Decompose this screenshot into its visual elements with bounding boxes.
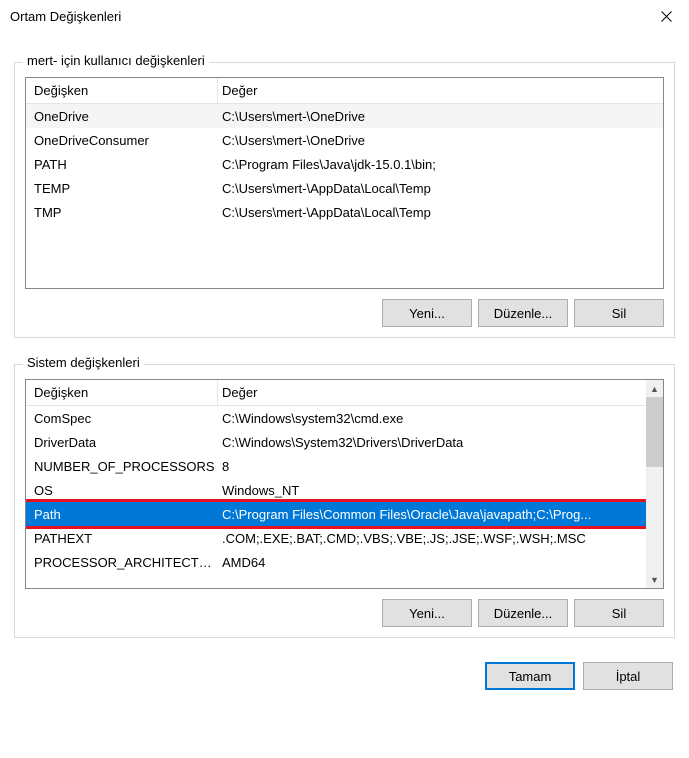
table-row[interactable]: PathC:\Program Files\Common Files\Oracle… [26,502,646,526]
system-buttons: Yeni... Düzenle... Sil [25,599,664,627]
user-delete-button[interactable]: Sil [574,299,664,327]
cell-variable: TEMP [26,181,218,196]
scroll-down-icon[interactable]: ▼ [646,571,663,588]
cell-value: .COM;.EXE;.BAT;.CMD;.VBS;.VBE;.JS;.JSE;.… [218,531,646,546]
cell-value: Windows_NT [218,483,646,498]
table-row[interactable]: TMPC:\Users\mert-\AppData\Local\Temp [26,200,663,224]
titlebar: Ortam Değişkenleri [0,0,689,32]
cell-variable: DriverData [26,435,218,450]
list-header: Değişken Değer [26,78,663,104]
close-button[interactable] [643,0,689,32]
column-header-value[interactable]: Değer [218,385,646,400]
close-icon [661,11,672,22]
cell-value: C:\Program Files\Java\jdk-15.0.1\bin; [218,157,663,172]
cell-value: AMD64 [218,555,646,570]
cancel-button[interactable]: İptal [583,662,673,690]
cell-value: C:\Windows\system32\cmd.exe [218,411,646,426]
table-row[interactable]: TEMPC:\Users\mert-\AppData\Local\Temp [26,176,663,200]
user-buttons: Yeni... Düzenle... Sil [25,299,664,327]
table-row[interactable]: PATHC:\Program Files\Java\jdk-15.0.1\bin… [26,152,663,176]
cell-value: C:\Users\mert-\OneDrive [218,133,663,148]
cell-value: C:\Windows\System32\Drivers\DriverData [218,435,646,450]
cell-variable: ComSpec [26,411,218,426]
table-row[interactable]: PROCESSOR_ARCHITECTU...AMD64 [26,550,646,574]
scroll-track[interactable] [646,467,663,571]
window-title: Ortam Değişkenleri [10,9,121,24]
system-variables-group: Sistem değişkenleri Değişken Değer ComSp… [14,364,675,638]
system-variables-list[interactable]: Değişken Değer ComSpecC:\Windows\system3… [25,379,664,589]
column-header-value[interactable]: Değer [218,83,663,98]
cell-value: C:\Users\mert-\AppData\Local\Temp [218,181,663,196]
scroll-up-icon[interactable]: ▲ [646,380,663,397]
table-row[interactable]: ComSpecC:\Windows\system32\cmd.exe [26,406,646,430]
system-delete-button[interactable]: Sil [574,599,664,627]
cell-variable: NUMBER_OF_PROCESSORS [26,459,218,474]
table-row[interactable]: OneDriveConsumerC:\Users\mert-\OneDrive [26,128,663,152]
column-header-variable[interactable]: Değişken [26,78,218,103]
scrollbar[interactable]: ▲ ▼ [646,380,663,588]
list-header: Değişken Değer [26,380,646,406]
cell-variable: TMP [26,205,218,220]
table-row[interactable]: NUMBER_OF_PROCESSORS8 [26,454,646,478]
cell-value: C:\Users\mert-\OneDrive [218,109,663,124]
user-group-legend: mert- için kullanıcı değişkenleri [23,53,209,68]
dialog-body: mert- için kullanıcı değişkenleri Değişk… [0,32,689,648]
cell-value: C:\Users\mert-\AppData\Local\Temp [218,205,663,220]
system-group-legend: Sistem değişkenleri [23,355,144,370]
table-row[interactable]: OneDriveC:\Users\mert-\OneDrive [26,104,663,128]
table-row[interactable]: DriverDataC:\Windows\System32\Drivers\Dr… [26,430,646,454]
cell-variable: PATHEXT [26,531,218,546]
system-edit-button[interactable]: Düzenle... [478,599,568,627]
system-new-button[interactable]: Yeni... [382,599,472,627]
scroll-thumb[interactable] [646,397,663,467]
dialog-footer: Tamam İptal [0,648,689,704]
cell-variable: PATH [26,157,218,172]
table-row[interactable]: PATHEXT.COM;.EXE;.BAT;.CMD;.VBS;.VBE;.JS… [26,526,646,550]
cell-variable: Path [26,507,218,522]
cell-variable: OneDrive [26,109,218,124]
column-header-variable[interactable]: Değişken [26,380,218,405]
cell-variable: OneDriveConsumer [26,133,218,148]
cell-variable: OS [26,483,218,498]
cell-variable: PROCESSOR_ARCHITECTU... [26,555,218,570]
ok-button[interactable]: Tamam [485,662,575,690]
user-edit-button[interactable]: Düzenle... [478,299,568,327]
user-variables-group: mert- için kullanıcı değişkenleri Değişk… [14,62,675,338]
user-variables-list[interactable]: Değişken Değer OneDriveC:\Users\mert-\On… [25,77,664,289]
cell-value: 8 [218,459,646,474]
user-new-button[interactable]: Yeni... [382,299,472,327]
cell-value: C:\Program Files\Common Files\Oracle\Jav… [218,507,646,522]
highlight-annotation: PathC:\Program Files\Common Files\Oracle… [26,499,646,529]
